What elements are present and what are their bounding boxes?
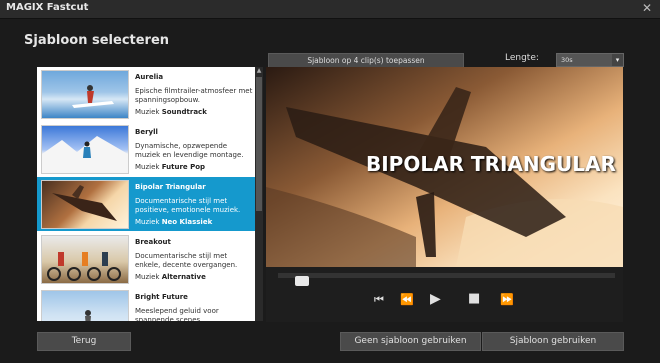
page-title: Sjabloon selecteren [24, 33, 170, 48]
template-thumbnail [41, 290, 129, 321]
use-template-button[interactable]: Sjabloon gebruiken [482, 332, 624, 351]
template-description: Documentarische stijl met enkele, decent… [135, 252, 238, 269]
template-list: Aurelia Epische filmtrailer-atmosfeer me… [37, 67, 255, 321]
template-name: Aurelia [135, 73, 164, 81]
back-button[interactable]: Terug [37, 332, 131, 351]
template-description: Dynamische, opzwepende muziek en levendi… [135, 142, 244, 159]
chevron-down-icon[interactable]: ▾ [612, 54, 623, 66]
template-thumbnail [41, 70, 129, 119]
template-thumbnail [41, 235, 129, 284]
template-description: Documentarische stijl met positieve, emo… [135, 197, 241, 214]
template-item-breakout[interactable]: Breakout Documentarische stijl met enkel… [37, 232, 255, 286]
skip-back-icon[interactable]: ⏮ [374, 293, 384, 307]
play-icon[interactable]: ▶ [430, 291, 441, 307]
template-music: Muziek Neo Klassiek [135, 218, 213, 226]
video-preview: BIPOLAR TRIANGULAR [266, 67, 623, 267]
apply-template-button[interactable]: Sjabloon op 4 clip(s) toepassen [268, 53, 464, 68]
scrollbar-thumb[interactable] [256, 77, 262, 211]
template-music: Muziek Soundtrack [135, 108, 207, 116]
template-name: Bipolar Triangular [135, 183, 206, 191]
template-description: Epische filmtrailer-atmosfeer met spanni… [135, 87, 253, 104]
template-item-aurelia[interactable]: Aurelia Epische filmtrailer-atmosfeer me… [37, 67, 255, 121]
length-value: 30s [561, 56, 573, 64]
length-label: Lengte: [505, 53, 539, 63]
template-item-bright-future[interactable]: Bright Future Meeslepend geluid voor spa… [37, 287, 255, 321]
rewind-icon[interactable]: ⏪ [400, 293, 414, 306]
template-name: Bright Future [135, 293, 188, 301]
close-icon[interactable]: ✕ [642, 1, 652, 15]
template-music: Muziek Alternative [135, 273, 206, 281]
fast-forward-icon[interactable]: ⏩ [500, 293, 514, 306]
template-thumbnail [41, 125, 129, 174]
template-name: Beryll [135, 128, 158, 136]
template-list-scrollbar[interactable]: ▲ [255, 67, 263, 321]
template-music: Muziek Future Pop [135, 163, 206, 171]
template-thumbnail [41, 180, 129, 229]
template-name: Breakout [135, 238, 171, 246]
no-template-button[interactable]: Geen sjabloon gebruiken [340, 332, 481, 351]
window-title: MAGIX Fastcut [6, 2, 89, 13]
title-bar: MAGIX Fastcut ✕ [0, 0, 660, 19]
playback-controls: ⏮ ⏪ ▶ ■ ⏩ [266, 267, 623, 322]
playback-progress-track[interactable] [278, 273, 615, 286]
length-select[interactable]: 30s ▾ [556, 53, 624, 67]
scroll-up-icon[interactable]: ▲ [255, 67, 263, 75]
template-item-beryll[interactable]: Beryll Dynamische, opzwepende muziek en … [37, 122, 255, 176]
playback-progress-handle[interactable] [294, 276, 309, 286]
stop-icon[interactable]: ■ [468, 291, 480, 306]
template-item-bipolar-triangular[interactable]: Bipolar Triangular Documentarische stijl… [37, 177, 255, 231]
preview-overlay-title: BIPOLAR TRIANGULAR [366, 152, 616, 176]
template-description: Meeslepend geluid voor spannende scenes. [135, 307, 219, 321]
